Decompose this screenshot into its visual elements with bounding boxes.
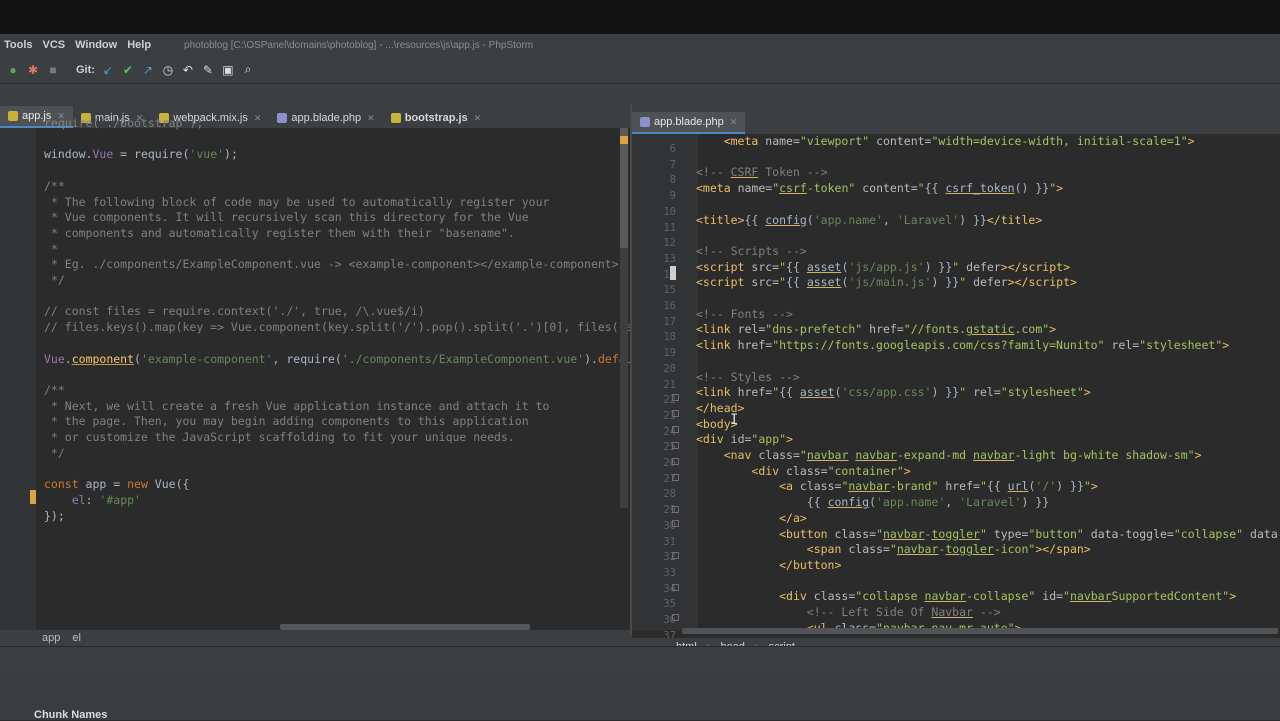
vcs-update-icon[interactable]: ↙ — [101, 63, 115, 77]
fold-icon[interactable] — [672, 410, 679, 417]
editor-tabs-right: app.blade.php ✕ — [632, 104, 1280, 134]
history-icon[interactable]: ◷ — [161, 63, 175, 77]
revert-icon[interactable]: ↶ — [181, 63, 195, 77]
warning-marker — [620, 136, 628, 144]
php-file-icon — [640, 117, 650, 127]
menu-help[interactable]: Help — [122, 39, 156, 51]
stop-icon[interactable]: ■ — [46, 63, 60, 77]
text-cursor-icon: I — [730, 412, 739, 428]
fold-icon[interactable] — [672, 584, 679, 591]
fold-icon[interactable] — [672, 394, 679, 401]
fold-icon[interactable] — [672, 474, 679, 481]
screen-bezel-top — [0, 0, 1280, 34]
vcs-push-icon[interactable]: ↗ — [141, 63, 155, 77]
code-js[interactable]: require('./bootstrap'); window.Vue = req… — [44, 116, 660, 524]
menu-tools[interactable]: Tools — [0, 39, 38, 51]
menu-bar: Tools VCS Window Help photoblog [C:\OSPa… — [0, 34, 1280, 56]
fold-icon[interactable] — [672, 506, 679, 513]
fold-icon[interactable] — [672, 520, 679, 527]
breadcrumb-item[interactable]: el — [72, 632, 81, 644]
window-title: photoblog [C:\OSPanel\domains\photoblog]… — [184, 39, 534, 51]
tab-app-blade-php-right[interactable]: app.blade.php ✕ — [632, 112, 746, 134]
menu-window[interactable]: Window — [70, 39, 122, 51]
search-icon[interactable]: ⌕ — [241, 62, 255, 77]
fold-icon[interactable] — [672, 442, 679, 449]
fold-icon[interactable] — [672, 614, 679, 621]
fold-icon[interactable] — [672, 426, 679, 433]
fold-icon[interactable] — [672, 458, 679, 465]
fold-icon[interactable] — [672, 552, 679, 559]
horizontal-scrollbar-right[interactable] — [682, 628, 1278, 634]
change-marker — [670, 266, 676, 280]
code-blade[interactable]: <meta name="viewport" content="width=dev… — [696, 134, 1280, 637]
menu-vcs[interactable]: VCS — [38, 39, 71, 51]
terminal-icon[interactable]: ▣ — [221, 63, 235, 77]
run-icon[interactable]: ● — [6, 63, 20, 77]
breadcrumb-item[interactable]: app — [42, 632, 60, 644]
vcs-commit-icon[interactable]: ✔ — [121, 63, 135, 77]
vertical-scrollbar-left[interactable] — [620, 128, 628, 508]
scroll-thumb[interactable] — [620, 128, 628, 248]
line-numbers: 6 7 8 9 10 11 12 13 14 15 16 17 18 19 20… — [663, 143, 676, 642]
wrench-icon[interactable]: ✎ — [201, 63, 215, 77]
debug-icon[interactable]: ✱ — [26, 63, 40, 77]
line-gutter-left — [0, 128, 36, 630]
js-file-icon — [8, 111, 18, 121]
tab-label: app.blade.php — [654, 116, 724, 128]
git-label: Git: — [76, 63, 95, 76]
main-toolbar: ● ✱ ■ Git: ↙ ✔ ↗ ◷ ↶ ✎ ▣ ⌕ — [0, 56, 1280, 84]
close-icon[interactable]: ✕ — [730, 117, 738, 128]
change-marker — [30, 490, 36, 504]
breadcrumb-left: app el — [0, 630, 632, 646]
chunk-names-label: Chunk Names — [34, 709, 108, 721]
toolbar-spacer — [0, 84, 1280, 104]
status-band — [0, 646, 1280, 675]
bottom-tool-panel — [0, 674, 1280, 720]
